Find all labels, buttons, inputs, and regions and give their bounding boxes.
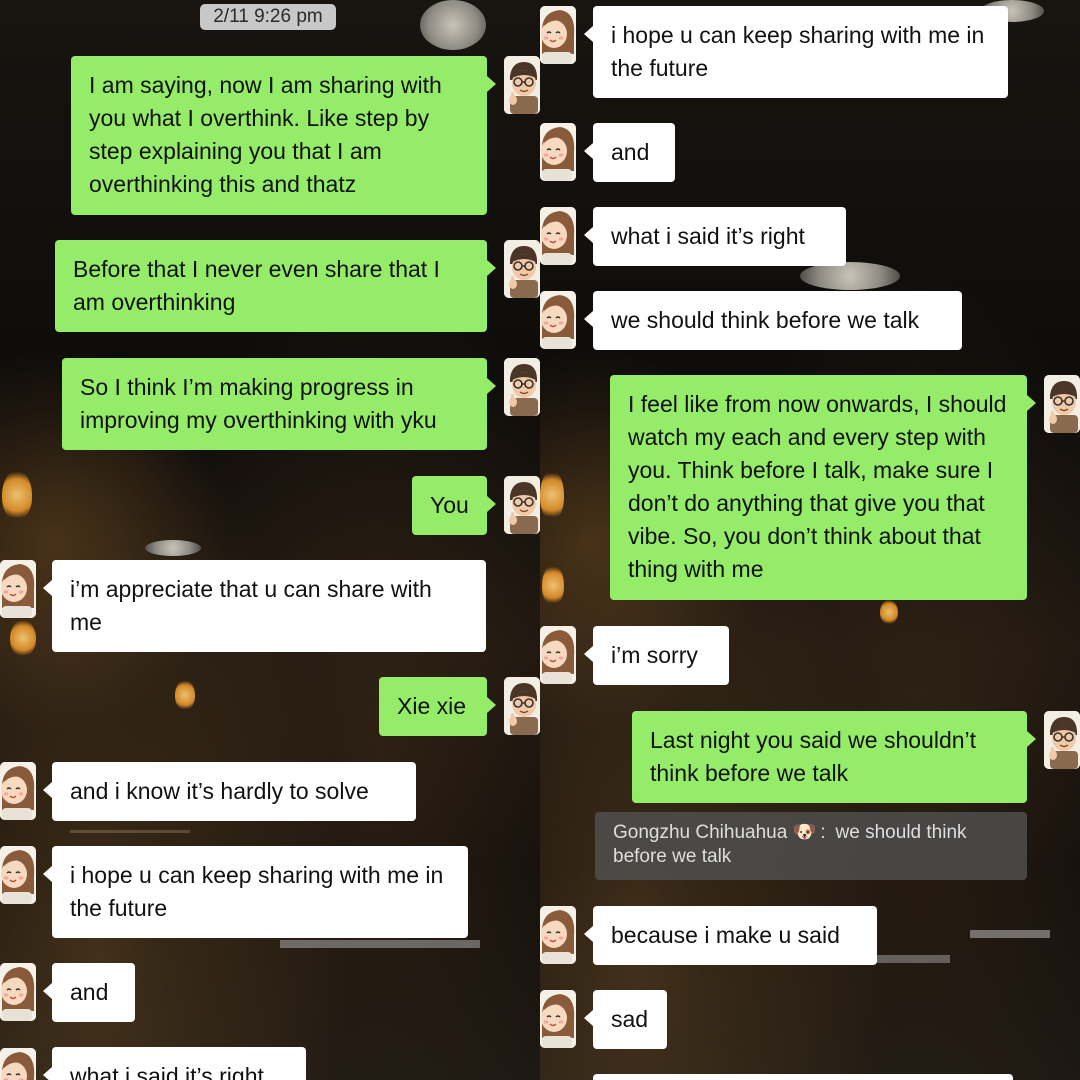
contact-avatar[interactable] bbox=[0, 560, 36, 618]
ceiling-fixture bbox=[145, 540, 201, 556]
contact-message-bubble[interactable]: what i said it’s right bbox=[584, 207, 846, 266]
message-text: sad bbox=[611, 1006, 649, 1032]
girl-face-icon bbox=[0, 846, 36, 904]
contact-message-bubble[interactable]: because i make u said bbox=[584, 906, 877, 965]
message-text: I am saying, now I am sharing with you w… bbox=[89, 72, 442, 197]
girl-face-icon bbox=[0, 560, 36, 618]
ceiling-fixture bbox=[420, 0, 486, 50]
boy-face-icon bbox=[1044, 711, 1080, 769]
table bbox=[970, 930, 1050, 938]
contact-avatar[interactable] bbox=[540, 990, 576, 1048]
message-text: i’m appreciate that u can share with me bbox=[70, 576, 432, 635]
message-text: i hope u can keep sharing with me in the… bbox=[611, 22, 985, 81]
message-text: Xie xie bbox=[397, 693, 467, 719]
pendant-lamp bbox=[880, 600, 898, 624]
quoted-message[interactable]: Gongzhu Chihuahua 🐶: we should think befo… bbox=[595, 812, 1027, 880]
pendant-lamp bbox=[2, 470, 32, 520]
message-text: because i make u said bbox=[611, 922, 840, 948]
my-message-bubble[interactable]: Before that I never even share that I am… bbox=[55, 240, 496, 332]
my-avatar[interactable] bbox=[1044, 711, 1080, 769]
girl-face-icon bbox=[0, 1048, 36, 1080]
boy-face-icon bbox=[504, 677, 540, 735]
my-avatar[interactable] bbox=[504, 240, 540, 298]
boy-face-icon bbox=[504, 358, 540, 416]
message-text: I feel like from now onwards, I should w… bbox=[628, 391, 1007, 582]
contact-message-bubble[interactable] bbox=[593, 1074, 1013, 1080]
girl-face-icon bbox=[540, 906, 576, 964]
boy-face-icon bbox=[504, 240, 540, 298]
pendant-lamp bbox=[540, 470, 564, 520]
my-message-bubble[interactable]: You bbox=[412, 476, 496, 535]
contact-message-bubble[interactable]: what i said it’s right bbox=[43, 1047, 306, 1080]
table bbox=[280, 940, 480, 948]
table bbox=[870, 955, 950, 963]
boy-face-icon bbox=[504, 476, 540, 534]
my-message-bubble[interactable]: I feel like from now onwards, I should w… bbox=[610, 375, 1036, 600]
message-text: You bbox=[430, 492, 469, 518]
contact-avatar[interactable] bbox=[0, 963, 36, 1021]
contact-message-bubble[interactable]: and bbox=[43, 963, 135, 1022]
contact-message-bubble[interactable]: i’m sorry bbox=[584, 626, 729, 685]
contact-message-bubble[interactable]: we should think before we talk bbox=[584, 291, 962, 350]
right-chat-panel[interactable]: i hope u can keep sharing with me in the… bbox=[540, 0, 1080, 1080]
pendant-lamp bbox=[542, 565, 564, 605]
contact-avatar[interactable] bbox=[540, 6, 576, 64]
contact-avatar[interactable] bbox=[0, 762, 36, 820]
pendant-lamp bbox=[10, 620, 36, 656]
my-message-bubble[interactable]: Last night you said we shouldn’t think b… bbox=[632, 711, 1036, 803]
message-text: i hope u can keep sharing with me in the… bbox=[70, 862, 444, 921]
left-chat-panel[interactable]: 2/11 9:26 pm I am saying, now I am shari… bbox=[0, 0, 540, 1080]
girl-face-icon bbox=[540, 291, 576, 349]
my-message-bubble[interactable]: Xie xie bbox=[379, 677, 496, 736]
boy-face-icon bbox=[1044, 375, 1080, 433]
girl-face-icon bbox=[540, 123, 576, 181]
message-text: Before that I never even share that I am… bbox=[73, 256, 440, 315]
my-message-bubble[interactable]: So I think I’m making progress in improv… bbox=[62, 358, 496, 450]
contact-avatar[interactable] bbox=[540, 123, 576, 181]
my-avatar[interactable] bbox=[504, 56, 540, 114]
message-text: and bbox=[70, 979, 109, 1005]
message-text: we should think before we talk bbox=[611, 307, 920, 333]
message-text: i’m sorry bbox=[611, 642, 698, 668]
girl-face-icon bbox=[0, 762, 36, 820]
contact-avatar[interactable] bbox=[540, 906, 576, 964]
message-timestamp: 2/11 9:26 pm bbox=[200, 4, 336, 30]
message-text: Last night you said we shouldn’t think b… bbox=[650, 727, 977, 786]
girl-face-icon bbox=[540, 990, 576, 1048]
shelf bbox=[70, 830, 190, 833]
pendant-lamp bbox=[175, 680, 195, 710]
contact-message-bubble[interactable]: and i know it’s hardly to solve bbox=[43, 762, 416, 821]
quote-sender: Gongzhu Chihuahua bbox=[613, 822, 788, 843]
contact-message-bubble[interactable]: i hope u can keep sharing with me in the… bbox=[43, 846, 468, 938]
contact-avatar[interactable] bbox=[0, 846, 36, 904]
message-text: So I think I’m making progress in improv… bbox=[80, 374, 437, 433]
message-text: what i said it’s right bbox=[611, 223, 805, 249]
dog-emoji-icon: 🐶 bbox=[792, 822, 817, 843]
contact-message-bubble[interactable]: i’m appreciate that u can share with me bbox=[43, 560, 486, 652]
girl-face-icon bbox=[540, 207, 576, 265]
my-avatar[interactable] bbox=[1044, 375, 1080, 433]
contact-avatar[interactable] bbox=[540, 626, 576, 684]
my-avatar[interactable] bbox=[504, 677, 540, 735]
contact-avatar[interactable] bbox=[540, 291, 576, 349]
boy-face-icon bbox=[504, 56, 540, 114]
girl-face-icon bbox=[540, 626, 576, 684]
ceiling-vent bbox=[800, 262, 900, 290]
contact-avatar[interactable] bbox=[540, 207, 576, 265]
girl-face-icon bbox=[540, 6, 576, 64]
contact-message-bubble[interactable]: and bbox=[584, 123, 675, 182]
message-text: what i said it’s right bbox=[70, 1063, 264, 1080]
my-avatar[interactable] bbox=[504, 476, 540, 534]
my-message-bubble[interactable]: I am saying, now I am sharing with you w… bbox=[71, 56, 496, 215]
quote-separator: : bbox=[820, 822, 826, 843]
contact-avatar[interactable] bbox=[0, 1048, 36, 1080]
contact-message-bubble[interactable]: sad bbox=[584, 990, 667, 1049]
message-text: and i know it’s hardly to solve bbox=[70, 778, 369, 804]
message-text: and bbox=[611, 139, 650, 165]
contact-message-bubble[interactable]: i hope u can keep sharing with me in the… bbox=[584, 6, 1008, 98]
my-avatar[interactable] bbox=[504, 358, 540, 416]
girl-face-icon bbox=[0, 963, 36, 1021]
